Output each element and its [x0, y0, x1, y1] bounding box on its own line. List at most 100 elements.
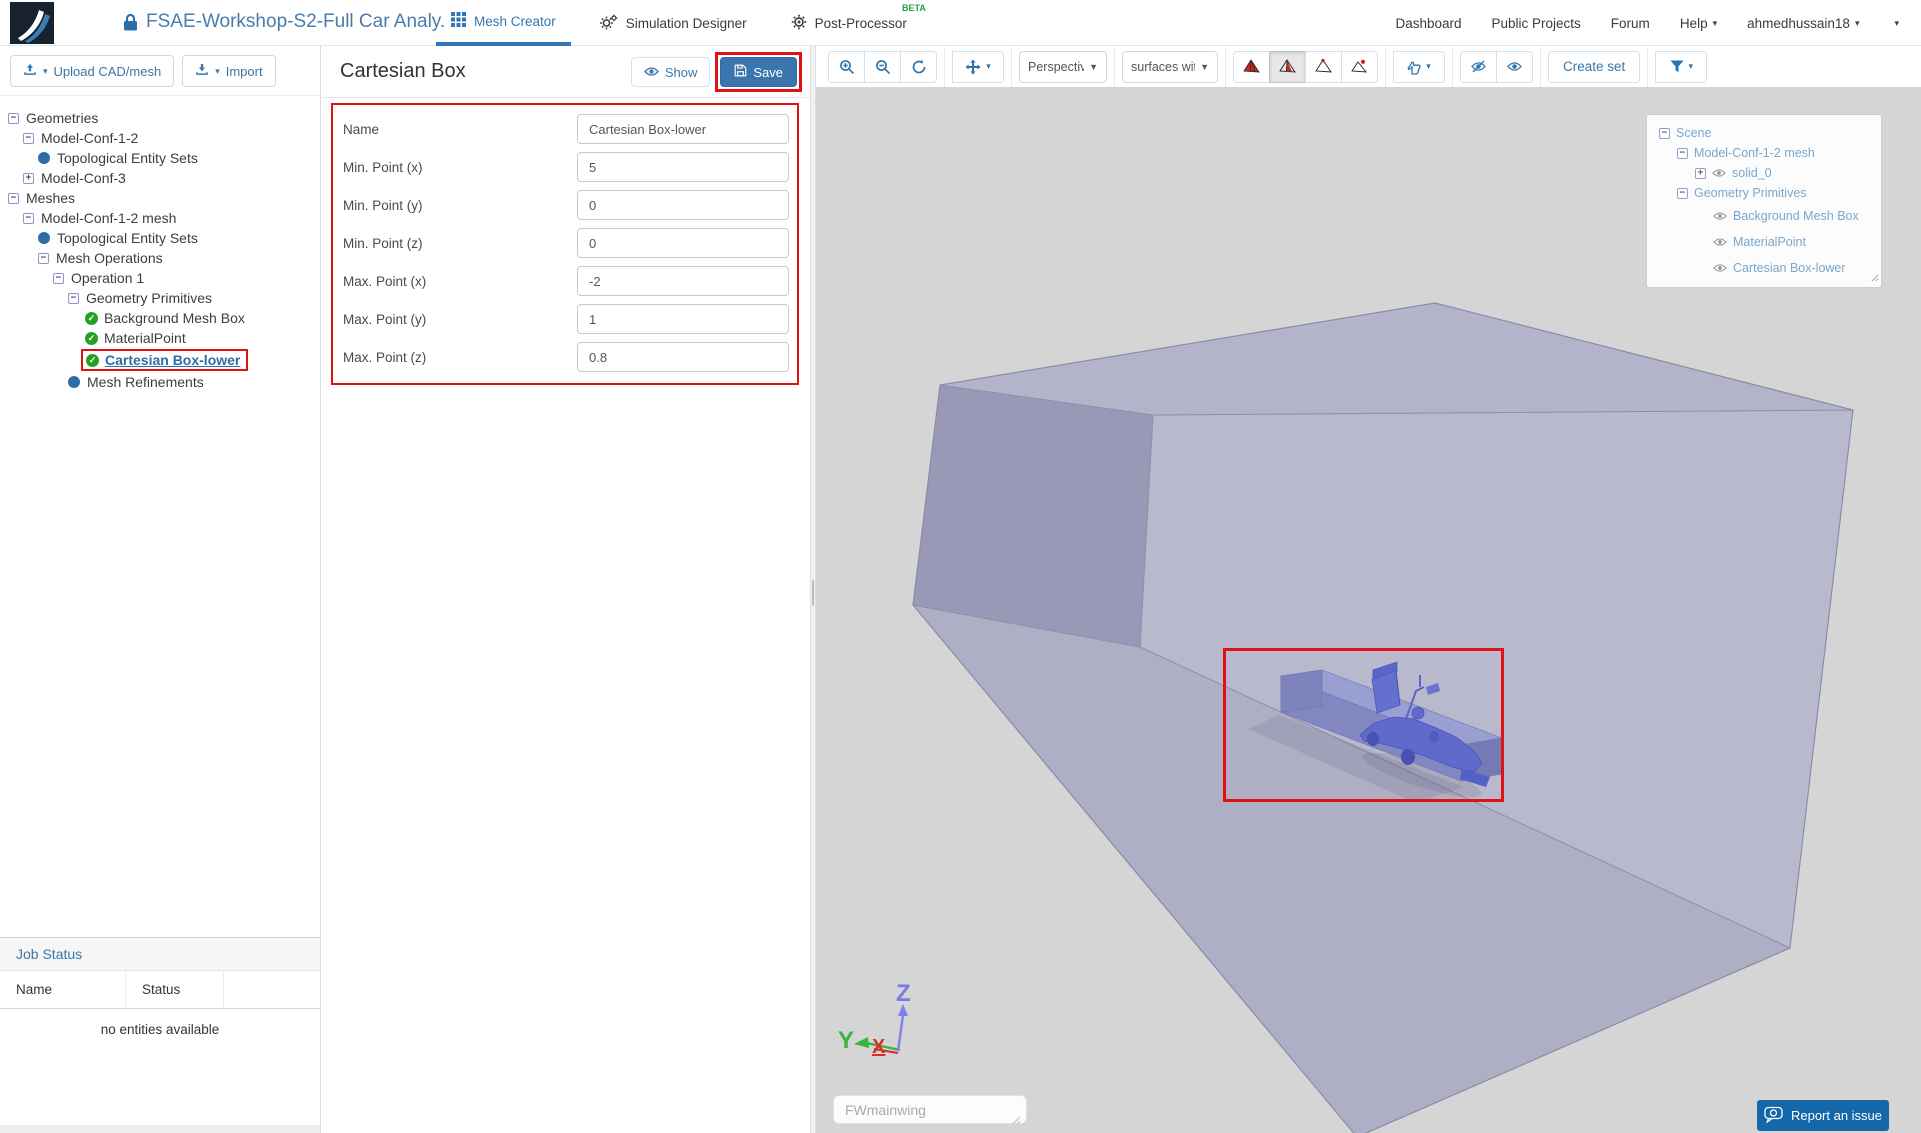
- min-point-z-field[interactable]: [577, 228, 789, 258]
- mesh-view-wireframe-button[interactable]: [1305, 51, 1342, 83]
- navbar-links: Dashboard Public Projects Forum Help▾ ah…: [1395, 0, 1899, 46]
- simscale-logo[interactable]: [10, 2, 54, 44]
- tab-label: Post-Processor: [815, 16, 907, 31]
- job-status-panel: Job Status Name Status no entities avail…: [0, 937, 320, 1133]
- tree-item-model-conf-1-2-mesh[interactable]: −Model-Conf-1-2 mesh: [0, 208, 320, 228]
- nav-forum[interactable]: Forum: [1611, 16, 1650, 31]
- collapse-icon[interactable]: −: [8, 193, 19, 204]
- nav-help-menu[interactable]: Help▾: [1680, 16, 1717, 31]
- project-title[interactable]: FSAE-Workshop-S2-Full Car Analy...: [146, 11, 446, 33]
- annotation-box-tree: ✓ Cartesian Box-lower: [81, 349, 248, 371]
- perspective-select[interactable]: Perspective ▼: [1019, 51, 1107, 83]
- toolbar-separator: [1011, 47, 1012, 87]
- show-button[interactable]: Show: [631, 57, 711, 87]
- show-selection-button[interactable]: [1496, 51, 1533, 83]
- tree-item-background-mesh-box[interactable]: ✓Background Mesh Box: [0, 308, 320, 328]
- chevron-down-icon: ▾: [986, 61, 991, 72]
- filter-button[interactable]: ▾: [1655, 51, 1707, 83]
- max-point-z-field[interactable]: [577, 342, 789, 372]
- tree-item-model-conf-3[interactable]: +Model-Conf-3: [0, 168, 320, 188]
- green-check-icon: ✓: [85, 312, 98, 325]
- tab-post-processor[interactable]: Post-Processor BETA: [776, 0, 922, 46]
- upload-cad-mesh-button[interactable]: ▾ Upload CAD/mesh: [10, 55, 174, 87]
- mesh-view-points-button[interactable]: [1341, 51, 1378, 83]
- chevron-down-icon: ▾: [1689, 61, 1694, 72]
- scene-item-cartesian-box-lower[interactable]: Cartesian Box-lower: [1659, 255, 1881, 281]
- eye-icon[interactable]: [1713, 237, 1727, 247]
- entity-search-input[interactable]: [833, 1095, 1027, 1124]
- tree-item-operation-1[interactable]: −Operation 1: [0, 268, 320, 288]
- tree-item-geometries[interactable]: −Geometries: [0, 108, 320, 128]
- min-point-x-field[interactable]: [577, 152, 789, 182]
- scene-item-geometry-primitives[interactable]: −Geometry Primitives: [1659, 183, 1881, 203]
- move-mode-button[interactable]: ▾: [952, 51, 1004, 83]
- collapse-icon[interactable]: −: [8, 113, 19, 124]
- eye-icon[interactable]: [1713, 263, 1727, 273]
- collapse-icon[interactable]: −: [1677, 148, 1688, 159]
- pick-mode-button[interactable]: ▾: [1393, 51, 1445, 83]
- annotation-box-save: Save: [715, 52, 802, 92]
- import-button[interactable]: ▾ Import: [182, 55, 275, 87]
- scene-item-mesh[interactable]: −Model-Conf-1-2 mesh: [1659, 143, 1881, 163]
- hide-selection-button[interactable]: [1460, 51, 1497, 83]
- zoom-in-button[interactable]: [828, 51, 865, 83]
- form-row-max-z: Max. Point (z): [333, 338, 797, 376]
- svg-text:Z: Z: [896, 980, 911, 1007]
- form-row-min-z: Min. Point (z): [333, 224, 797, 262]
- report-issue-button[interactable]: Report an issue: [1757, 1100, 1889, 1131]
- tree-item-geometry-primitives[interactable]: −Geometry Primitives: [0, 288, 320, 308]
- collapse-icon[interactable]: −: [53, 273, 64, 284]
- toolbar-separator: [1114, 47, 1115, 87]
- eye-icon[interactable]: [1712, 168, 1726, 178]
- mesh-view-solid-button[interactable]: [1233, 51, 1270, 83]
- mesh-view-edges-button[interactable]: [1269, 51, 1306, 83]
- nav-more-menu[interactable]: ▾: [1889, 18, 1899, 29]
- scene-item-background-mesh-box[interactable]: Background Mesh Box: [1659, 203, 1881, 229]
- min-point-y-field[interactable]: [577, 190, 789, 220]
- scene-item-solid-0[interactable]: + solid_0: [1659, 163, 1881, 183]
- scene-item-scene[interactable]: −Scene: [1659, 123, 1881, 143]
- zoom-out-button[interactable]: [864, 51, 901, 83]
- collapse-icon[interactable]: −: [1677, 188, 1688, 199]
- tree-item-meshes[interactable]: −Meshes: [0, 188, 320, 208]
- visibility-group: [1460, 51, 1533, 83]
- field-label: Name: [343, 122, 379, 137]
- nav-public-projects[interactable]: Public Projects: [1492, 16, 1581, 31]
- collapse-icon[interactable]: −: [38, 253, 49, 264]
- eye-icon[interactable]: [1713, 211, 1727, 221]
- resize-handle-icon[interactable]: [1871, 271, 1879, 285]
- chevron-down-icon: ▾: [1713, 18, 1718, 29]
- splitter-handle[interactable]: [812, 580, 814, 606]
- collapse-icon[interactable]: −: [23, 133, 34, 144]
- name-field[interactable]: [577, 114, 789, 144]
- tab-mesh-creator[interactable]: Mesh Creator: [436, 0, 571, 46]
- expand-icon[interactable]: +: [23, 173, 34, 184]
- tree-item-topological-entity-sets-mesh[interactable]: Topological Entity Sets: [0, 228, 320, 248]
- sidebar-scroll-strip[interactable]: [0, 1125, 320, 1133]
- render-canvas[interactable]: Y X Z −Scene −Model-Conf-1-2 mesh + soli…: [816, 87, 1921, 1133]
- save-button[interactable]: Save: [720, 57, 797, 87]
- nav-user-menu[interactable]: ahmedhussain18▾: [1747, 16, 1859, 31]
- mesh-display-group: [1233, 51, 1378, 83]
- project-tree: −Geometries −Model-Conf-1-2 Topological …: [0, 96, 320, 392]
- tree-item-model-conf-1-2[interactable]: −Model-Conf-1-2: [0, 128, 320, 148]
- collapse-icon[interactable]: −: [1659, 128, 1670, 139]
- refresh-button[interactable]: [900, 51, 937, 83]
- collapse-icon[interactable]: −: [23, 213, 34, 224]
- tree-item-mesh-operations[interactable]: −Mesh Operations: [0, 248, 320, 268]
- nav-dashboard[interactable]: Dashboard: [1395, 16, 1461, 31]
- tree-item-mesh-refinements[interactable]: Mesh Refinements: [0, 372, 320, 392]
- form-row-name: Name: [333, 110, 797, 148]
- create-set-button[interactable]: Create set: [1548, 51, 1640, 83]
- tree-item-topological-entity-sets[interactable]: Topological Entity Sets: [0, 148, 320, 168]
- tab-simulation-designer[interactable]: Simulation Designer: [585, 0, 762, 46]
- render-mode-select[interactable]: surfaces with v ▼: [1122, 51, 1218, 83]
- tree-item-cartesian-box-lower[interactable]: ✓ Cartesian Box-lower: [0, 348, 320, 372]
- max-point-x-field[interactable]: [577, 266, 789, 296]
- max-point-y-field[interactable]: [577, 304, 789, 334]
- collapse-icon[interactable]: −: [68, 293, 79, 304]
- scene-item-materialpoint[interactable]: MaterialPoint: [1659, 229, 1881, 255]
- expand-icon[interactable]: +: [1695, 168, 1706, 179]
- form-row-min-x: Min. Point (x): [333, 148, 797, 186]
- tree-item-materialpoint[interactable]: ✓MaterialPoint: [0, 328, 320, 348]
